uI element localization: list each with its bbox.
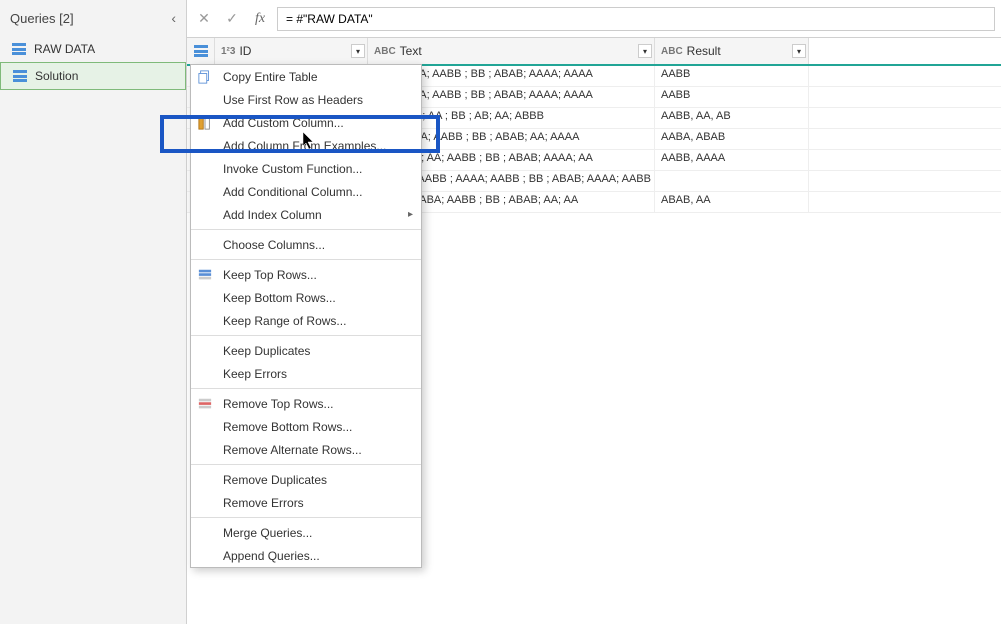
menu-item-label: Keep Top Rows... bbox=[223, 268, 317, 282]
column-header-result[interactable]: ABC Result ▾ bbox=[655, 38, 809, 64]
column-header-text[interactable]: ABC Text ▾ bbox=[368, 38, 655, 64]
accept-formula-icon[interactable]: ✓ bbox=[221, 8, 243, 30]
menu-item-label: Add Column From Examples... bbox=[223, 139, 386, 153]
menu-item[interactable]: Remove Alternate Rows... bbox=[191, 438, 421, 461]
fx-icon[interactable]: fx bbox=[249, 8, 271, 30]
cell-result[interactable] bbox=[655, 171, 809, 191]
queries-sidebar: Queries [2] ‹ RAW DATA Solution bbox=[0, 0, 187, 624]
menu-item[interactable]: Add Column From Examples... bbox=[191, 134, 421, 157]
collapse-icon[interactable]: ‹ bbox=[171, 10, 176, 26]
cell-result[interactable]: AABB, AA, AB bbox=[655, 108, 809, 128]
menu-item-label: Remove Bottom Rows... bbox=[223, 420, 352, 434]
query-item-raw-data[interactable]: RAW DATA bbox=[0, 36, 186, 62]
menu-item-label: Keep Duplicates bbox=[223, 344, 310, 358]
menu-item[interactable]: Use First Row as Headers bbox=[191, 88, 421, 111]
keep-rows-icon bbox=[197, 267, 213, 283]
menu-item[interactable]: Remove Duplicates bbox=[191, 468, 421, 491]
cell-result[interactable]: ABAB, AA bbox=[655, 192, 809, 212]
menu-separator bbox=[191, 229, 421, 230]
remove-rows-icon bbox=[197, 396, 213, 412]
menu-item-label: Remove Top Rows... bbox=[223, 397, 334, 411]
menu-item[interactable]: Keep Bottom Rows... bbox=[191, 286, 421, 309]
menu-item[interactable]: Copy Entire Table bbox=[191, 65, 421, 88]
menu-item[interactable]: Add Index Column ▸ bbox=[191, 203, 421, 226]
column-header-id[interactable]: 1²3 ID ▾ bbox=[215, 38, 368, 64]
table-context-menu: Copy Entire Table Use First Row as Header… bbox=[190, 64, 422, 568]
query-label: Solution bbox=[35, 69, 78, 83]
menu-item[interactable]: Merge Queries... bbox=[191, 521, 421, 544]
table-icon bbox=[13, 70, 27, 82]
menu-item-label: Copy Entire Table bbox=[223, 70, 318, 84]
menu-item-label: Remove Duplicates bbox=[223, 473, 327, 487]
custom-col-icon bbox=[197, 115, 213, 131]
query-label: RAW DATA bbox=[34, 42, 95, 56]
menu-item-label: Choose Columns... bbox=[223, 238, 325, 252]
menu-item[interactable]: Append Queries... bbox=[191, 544, 421, 567]
menu-item[interactable]: Invoke Custom Function... bbox=[191, 157, 421, 180]
menu-item[interactable]: Add Custom Column... bbox=[191, 111, 421, 134]
menu-item[interactable]: Choose Columns... bbox=[191, 233, 421, 256]
column-name: Result bbox=[687, 44, 721, 58]
grid-header: 1²3 ID ▾ ABC Text ▾ ABC Result ▾ bbox=[187, 38, 1001, 66]
menu-item-label: Add Custom Column... bbox=[223, 116, 344, 130]
menu-item-label: Keep Errors bbox=[223, 367, 287, 381]
menu-item-label: Remove Errors bbox=[223, 496, 304, 510]
cell-result[interactable]: AABB bbox=[655, 87, 809, 107]
column-name: Text bbox=[400, 44, 422, 58]
menu-item[interactable]: Remove Top Rows... bbox=[191, 392, 421, 415]
menu-item[interactable]: Keep Range of Rows... bbox=[191, 309, 421, 332]
grid-corner[interactable] bbox=[187, 38, 215, 64]
menu-item-label: Keep Range of Rows... bbox=[223, 314, 346, 328]
number-type-icon: 1²3 bbox=[221, 46, 235, 57]
menu-item[interactable]: Remove Bottom Rows... bbox=[191, 415, 421, 438]
menu-item[interactable]: Remove Errors bbox=[191, 491, 421, 514]
menu-item-label: Invoke Custom Function... bbox=[223, 162, 362, 176]
menu-item-label: Use First Row as Headers bbox=[223, 93, 363, 107]
formula-input[interactable] bbox=[277, 7, 995, 31]
filter-dropdown-icon[interactable]: ▾ bbox=[792, 44, 806, 58]
menu-separator bbox=[191, 335, 421, 336]
cell-result[interactable]: AABB bbox=[655, 66, 809, 86]
chevron-right-icon: ▸ bbox=[408, 209, 413, 220]
menu-item-label: Keep Bottom Rows... bbox=[223, 291, 336, 305]
table-icon bbox=[194, 45, 208, 57]
copy-icon bbox=[197, 69, 213, 85]
text-type-icon: ABC bbox=[374, 46, 396, 57]
menu-separator bbox=[191, 464, 421, 465]
filter-dropdown-icon[interactable]: ▾ bbox=[351, 44, 365, 58]
cell-result[interactable]: AABA, ABAB bbox=[655, 129, 809, 149]
table-icon bbox=[12, 43, 26, 55]
menu-item[interactable]: Keep Errors bbox=[191, 362, 421, 385]
cell-result[interactable]: AABB, AAAA bbox=[655, 150, 809, 170]
menu-item[interactable]: Add Conditional Column... bbox=[191, 180, 421, 203]
column-name: ID bbox=[239, 44, 251, 58]
query-item-solution[interactable]: Solution bbox=[0, 62, 186, 90]
menu-item-label: Add Index Column bbox=[223, 208, 322, 222]
menu-item-label: Add Conditional Column... bbox=[223, 185, 362, 199]
menu-item[interactable]: Keep Top Rows... bbox=[191, 263, 421, 286]
sidebar-header: Queries [2] ‹ bbox=[0, 0, 186, 36]
cancel-formula-icon[interactable]: ✕ bbox=[193, 8, 215, 30]
text-type-icon: ABC bbox=[661, 46, 683, 57]
queries-title: Queries [2] bbox=[10, 11, 74, 26]
menu-item-label: Append Queries... bbox=[223, 549, 320, 563]
menu-separator bbox=[191, 517, 421, 518]
menu-item-label: Remove Alternate Rows... bbox=[223, 443, 362, 457]
formula-bar: ✕ ✓ fx bbox=[187, 0, 1001, 38]
menu-item-label: Merge Queries... bbox=[223, 526, 312, 540]
menu-item[interactable]: Keep Duplicates bbox=[191, 339, 421, 362]
filter-dropdown-icon[interactable]: ▾ bbox=[638, 44, 652, 58]
menu-separator bbox=[191, 388, 421, 389]
menu-separator bbox=[191, 259, 421, 260]
